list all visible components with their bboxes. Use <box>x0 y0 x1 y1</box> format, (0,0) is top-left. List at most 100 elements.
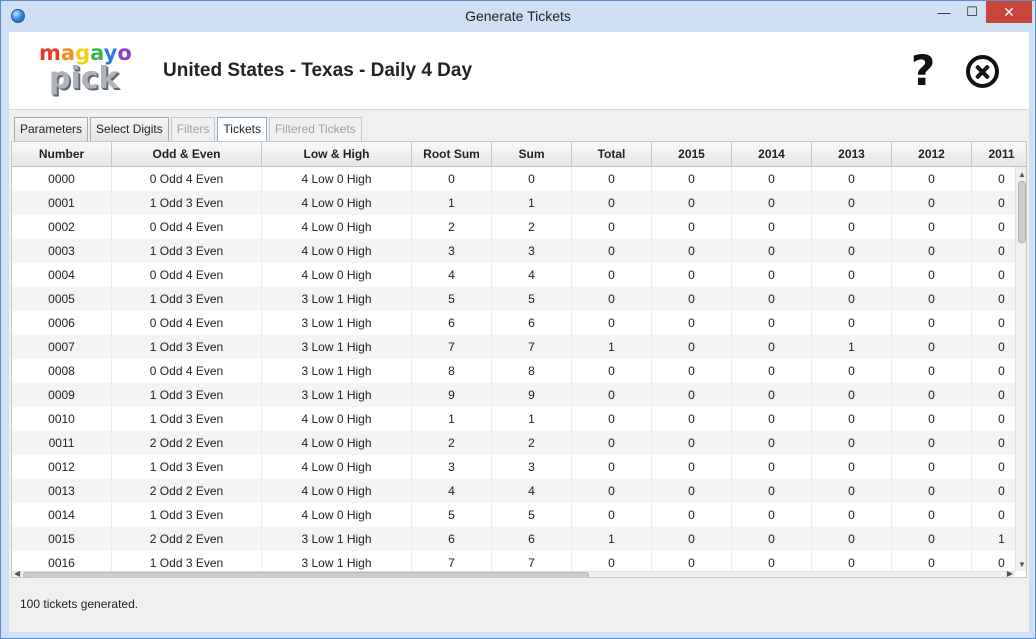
table-cell: 0 <box>732 359 812 383</box>
column-header[interactable]: Number <box>12 142 112 167</box>
vertical-scroll-thumb[interactable] <box>1018 181 1026 243</box>
table-row[interactable]: 0011 2 Odd 2 Even 4 Low 0 High 2 2 0 0 0 0 0 0 <box>12 431 1026 455</box>
scroll-right-arrow-icon[interactable]: ▶ <box>1007 569 1013 577</box>
table-cell: 1 Odd 3 Even <box>112 455 262 479</box>
table-cell: 1 <box>492 191 572 215</box>
table-cell: 0 <box>572 503 652 527</box>
table-cell: 3 <box>412 239 492 263</box>
table-cell: 4 Low 0 High <box>262 263 412 287</box>
table-cell: 0 <box>812 167 892 191</box>
table-row[interactable]: 0002 0 Odd 4 Even 4 Low 0 High 2 2 0 0 0 0 0 0 <box>12 215 1026 239</box>
table-row[interactable]: 0016 1 Odd 3 Even 3 Low 1 High 7 7 0 0 0 0 0 0 <box>12 551 1026 571</box>
table-cell: 1 Odd 3 Even <box>112 551 262 571</box>
table-cell: 0 <box>812 383 892 407</box>
tab-select-digits[interactable]: Select Digits <box>90 117 169 141</box>
table-row[interactable]: 0005 1 Odd 3 Even 3 Low 1 High 5 5 0 0 0 0 0 0 <box>12 287 1026 311</box>
table-cell: 0 <box>652 311 732 335</box>
column-header[interactable]: 2012 <box>892 142 972 167</box>
table-cell: 0 Odd 4 Even <box>112 215 262 239</box>
minimize-button[interactable]: — <box>931 1 957 23</box>
table-cell: 1 <box>492 407 572 431</box>
horizontal-scrollbar[interactable]: ◀ ▶ <box>12 569 1015 577</box>
vertical-scrollbar[interactable]: ▲ ▼ <box>1015 167 1026 571</box>
table-cell: 0011 <box>12 431 112 455</box>
table-cell: 0 <box>732 503 812 527</box>
column-header[interactable]: 2014 <box>732 142 812 167</box>
column-header[interactable]: 2011 <box>972 142 1026 167</box>
window-close-button[interactable]: ✕ <box>986 1 1032 23</box>
table-cell: 2 <box>492 215 572 239</box>
table-cell: 0003 <box>12 239 112 263</box>
table-row[interactable]: 0009 1 Odd 3 Even 3 Low 1 High 9 9 0 0 0 0 0 0 <box>12 383 1026 407</box>
table-cell: 4 Low 0 High <box>262 455 412 479</box>
column-header[interactable]: 2015 <box>652 142 732 167</box>
table-cell: 0 <box>652 215 732 239</box>
table-cell: 0 <box>572 455 652 479</box>
app-window: Generate Tickets — ☐ ✕ magayo pick Unite… <box>0 0 1036 639</box>
column-header[interactable]: Root Sum <box>412 142 492 167</box>
table-cell: 4 Low 0 High <box>262 407 412 431</box>
table-row[interactable]: 0007 1 Odd 3 Even 3 Low 1 High 7 7 1 0 0 1 0 0 <box>12 335 1026 359</box>
table-cell: 6 <box>492 527 572 551</box>
table-cell: 8 <box>412 359 492 383</box>
table-cell: 4 Low 0 High <box>262 191 412 215</box>
column-header[interactable]: Low & High <box>262 142 412 167</box>
table-cell: 0010 <box>12 407 112 431</box>
table-cell: 0 <box>892 431 972 455</box>
scroll-up-arrow-icon[interactable]: ▲ <box>1018 170 1026 179</box>
table-row[interactable]: 0015 2 Odd 2 Even 3 Low 1 High 6 6 1 0 0 0 0 1 <box>12 527 1026 551</box>
table-row[interactable]: 0008 0 Odd 4 Even 3 Low 1 High 8 8 0 0 0 0 0 0 <box>12 359 1026 383</box>
table-row[interactable]: 0003 1 Odd 3 Even 4 Low 0 High 3 3 0 0 0 0 0 0 <box>12 239 1026 263</box>
table-cell: 0 <box>732 191 812 215</box>
table-cell: 0 <box>572 551 652 571</box>
table-cell: 3 Low 1 High <box>262 335 412 359</box>
table-cell: 1 Odd 3 Even <box>112 503 262 527</box>
table-cell: 0007 <box>12 335 112 359</box>
table-cell: 3 Low 1 High <box>262 287 412 311</box>
tab-tickets[interactable]: Tickets <box>217 117 267 141</box>
table-cell: 2 <box>492 431 572 455</box>
table-cell: 0 <box>652 287 732 311</box>
column-header[interactable]: Total <box>572 142 652 167</box>
table-cell: 3 <box>492 455 572 479</box>
table-cell: 0001 <box>12 191 112 215</box>
table-cell: 0014 <box>12 503 112 527</box>
table-cell: 0 <box>572 407 652 431</box>
table-cell: 0 <box>732 527 812 551</box>
scroll-down-arrow-icon[interactable]: ▼ <box>1018 560 1026 569</box>
column-header[interactable]: Sum <box>492 142 572 167</box>
table-cell: 0013 <box>12 479 112 503</box>
table-cell: 1 <box>412 407 492 431</box>
horizontal-scroll-thumb[interactable] <box>23 572 589 577</box>
table-row[interactable]: 0010 1 Odd 3 Even 4 Low 0 High 1 1 0 0 0 0 0 0 <box>12 407 1026 431</box>
question-mark-icon[interactable]: ? <box>907 49 939 93</box>
table-cell: 0 <box>732 335 812 359</box>
table-row[interactable]: 0014 1 Odd 3 Even 4 Low 0 High 5 5 0 0 0 0 0 0 <box>12 503 1026 527</box>
maximize-button[interactable]: ☐ <box>959 1 985 23</box>
title-bar[interactable]: Generate Tickets — ☐ ✕ <box>1 1 1035 32</box>
table-cell: 0009 <box>12 383 112 407</box>
table-cell: 0006 <box>12 311 112 335</box>
table-cell: 9 <box>412 383 492 407</box>
column-header[interactable]: 2013 <box>812 142 892 167</box>
table-cell: 0 <box>812 239 892 263</box>
table-row[interactable]: 0013 2 Odd 2 Even 4 Low 0 High 4 4 0 0 0 0 0 0 <box>12 479 1026 503</box>
table-row[interactable]: 0006 0 Odd 4 Even 3 Low 1 High 6 6 0 0 0 0 0 0 <box>12 311 1026 335</box>
column-header[interactable]: Odd & Even <box>112 142 262 167</box>
scroll-left-arrow-icon[interactable]: ◀ <box>14 569 20 577</box>
logo-wordmark-bottom: pick <box>49 61 119 96</box>
tickets-table[interactable]: Number Odd & Even Low & High Root Sum Sum Tot… <box>11 141 1027 578</box>
table-row[interactable]: 0000 0 Odd 4 Even 4 Low 0 High 0 0 0 0 0 0 0 0 <box>12 167 1026 191</box>
table-row[interactable]: 0001 1 Odd 3 Even 4 Low 0 High 1 1 0 0 0 0 0 0 <box>12 191 1026 215</box>
table-row[interactable]: 0012 1 Odd 3 Even 4 Low 0 High 3 3 0 0 0 0 0 0 <box>12 455 1026 479</box>
close-circle-icon[interactable] <box>966 55 999 88</box>
table-cell: 0 <box>652 503 732 527</box>
tab-parameters[interactable]: Parameters <box>14 117 89 141</box>
window-title: Generate Tickets <box>465 8 571 24</box>
table-row[interactable]: 0004 0 Odd 4 Even 4 Low 0 High 4 4 0 0 0 0 0 0 <box>12 263 1026 287</box>
table-cell: 0 <box>892 407 972 431</box>
table-cell: 0 <box>732 407 812 431</box>
table-cell: 0015 <box>12 527 112 551</box>
table-cell: 0 <box>652 239 732 263</box>
table-cell: 5 <box>492 503 572 527</box>
